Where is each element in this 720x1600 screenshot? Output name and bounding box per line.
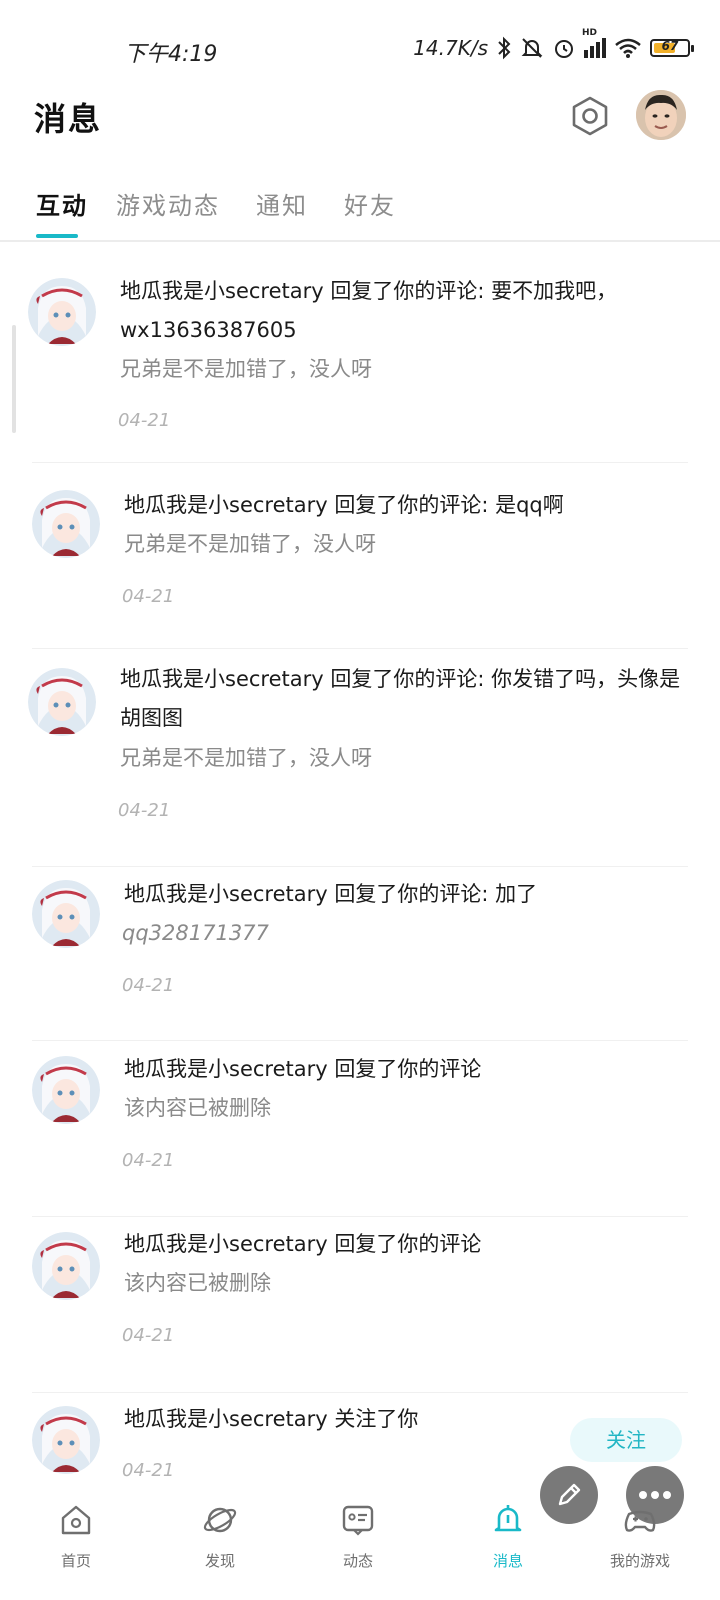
- message-text[interactable]: 地瓜我是小secretary 回复了你的评论: 要不加我吧，wx13636387…: [120, 272, 684, 350]
- divider: [32, 866, 688, 867]
- tab-active-indicator: [36, 234, 78, 238]
- anime-avatar-icon: [32, 1232, 100, 1300]
- mute-bell-icon: [521, 38, 543, 58]
- gear-hexagon-icon: [572, 96, 608, 136]
- divider: [32, 648, 688, 649]
- message-text[interactable]: 地瓜我是小secretary 回复了你的评论: 你发错了吗，头像是胡图图: [120, 660, 684, 738]
- nav-label: 消息: [492, 1552, 523, 1570]
- message-text[interactable]: 地瓜我是小secretary 回复了你的评论: [124, 1225, 684, 1264]
- tab-interaction[interactable]: 互动: [36, 186, 88, 221]
- avatar[interactable]: [32, 1056, 100, 1124]
- nav-discover[interactable]: 发现: [160, 1490, 280, 1600]
- settings-button[interactable]: [568, 94, 612, 138]
- anime-avatar-icon: [32, 490, 100, 558]
- nav-label: 发现: [204, 1552, 235, 1570]
- divider: [32, 1040, 688, 1041]
- message-date: 04-21: [118, 800, 171, 821]
- message-date: 04-21: [118, 410, 171, 431]
- message-date: 04-21: [122, 586, 175, 607]
- message-date: 04-21: [122, 1325, 175, 1346]
- avatar[interactable]: [32, 1406, 100, 1474]
- bluetooth-icon: [498, 36, 511, 60]
- message-quote: 兄弟是不是加错了，没人呀: [120, 746, 372, 770]
- page-title: 消息: [34, 100, 103, 138]
- user-avatar: [636, 90, 686, 140]
- message-text[interactable]: 地瓜我是小secretary 回复了你的评论: [124, 1050, 684, 1089]
- anime-avatar-icon: [32, 880, 100, 948]
- avatar[interactable]: [32, 490, 100, 558]
- message-quote: 该内容已被删除: [124, 1096, 271, 1120]
- message-quote: qq328171377: [122, 921, 269, 945]
- battery-text: 67: [661, 39, 679, 53]
- follow-button[interactable]: 关注: [570, 1418, 682, 1462]
- anime-avatar-icon: [32, 1406, 100, 1474]
- bell-icon: [494, 1505, 522, 1532]
- nav-home[interactable]: 首页: [16, 1490, 136, 1600]
- gamepad-icon: [624, 1510, 656, 1532]
- message-text[interactable]: 地瓜我是小secretary 回复了你的评论: 是qq啊: [124, 486, 684, 525]
- scrollbar[interactable]: [12, 325, 16, 433]
- divider: [32, 1392, 688, 1393]
- wifi-icon: [615, 38, 641, 58]
- status-icons: 14.7K/s HD 67: [413, 28, 694, 62]
- tab-notifications[interactable]: 通知: [256, 186, 308, 221]
- avatar[interactable]: [636, 90, 686, 140]
- anime-avatar-icon: [32, 1056, 100, 1124]
- nav-feed[interactable]: 动态: [298, 1490, 418, 1600]
- planet-icon: [203, 1507, 237, 1533]
- tab-game-news[interactable]: 游戏动态: [116, 186, 220, 221]
- bottom-nav: 首页 发现 动态 消息 我的游戏: [0, 1490, 720, 1600]
- signal-icon: HD: [582, 28, 606, 58]
- anime-avatar-icon: [28, 668, 96, 736]
- avatar[interactable]: [32, 1232, 100, 1300]
- nav-messages[interactable]: 消息: [448, 1490, 568, 1600]
- nav-my-games[interactable]: 我的游戏: [580, 1490, 700, 1600]
- tab-friends[interactable]: 好友: [344, 186, 396, 221]
- message-text[interactable]: 地瓜我是小secretary 关注了你: [124, 1400, 560, 1439]
- battery-icon: 67: [650, 39, 694, 57]
- anime-avatar-icon: [28, 278, 96, 346]
- chat-card-icon: [342, 1505, 374, 1536]
- status-bar: 下午4:19 14.7K/s HD 67: [0, 0, 720, 80]
- net-speed: 14.7K/s: [413, 36, 488, 60]
- message-date: 04-21: [122, 1150, 175, 1171]
- message-date: 04-21: [122, 1460, 175, 1481]
- status-time: 下午4:19: [124, 42, 218, 67]
- message-quote: 兄弟是不是加错了，没人呀: [120, 357, 372, 381]
- nav-label: 动态: [342, 1552, 373, 1570]
- message-date: 04-21: [122, 975, 175, 996]
- avatar[interactable]: [28, 668, 96, 736]
- network-type: HD: [582, 28, 598, 38]
- message-quote: 兄弟是不是加错了，没人呀: [124, 532, 376, 556]
- message-text[interactable]: 地瓜我是小secretary 回复了你的评论: 加了: [124, 875, 684, 914]
- divider: [32, 462, 688, 463]
- divider: [32, 1216, 688, 1217]
- avatar[interactable]: [28, 278, 96, 346]
- alarm-icon: [555, 40, 573, 58]
- nav-label: 我的游戏: [609, 1552, 670, 1570]
- home-icon: [61, 1505, 91, 1535]
- nav-label: 首页: [60, 1552, 91, 1570]
- avatar[interactable]: [32, 880, 100, 948]
- tab-bar: 互动 游戏动态 通知 好友: [0, 180, 720, 242]
- message-quote: 该内容已被删除: [124, 1271, 271, 1295]
